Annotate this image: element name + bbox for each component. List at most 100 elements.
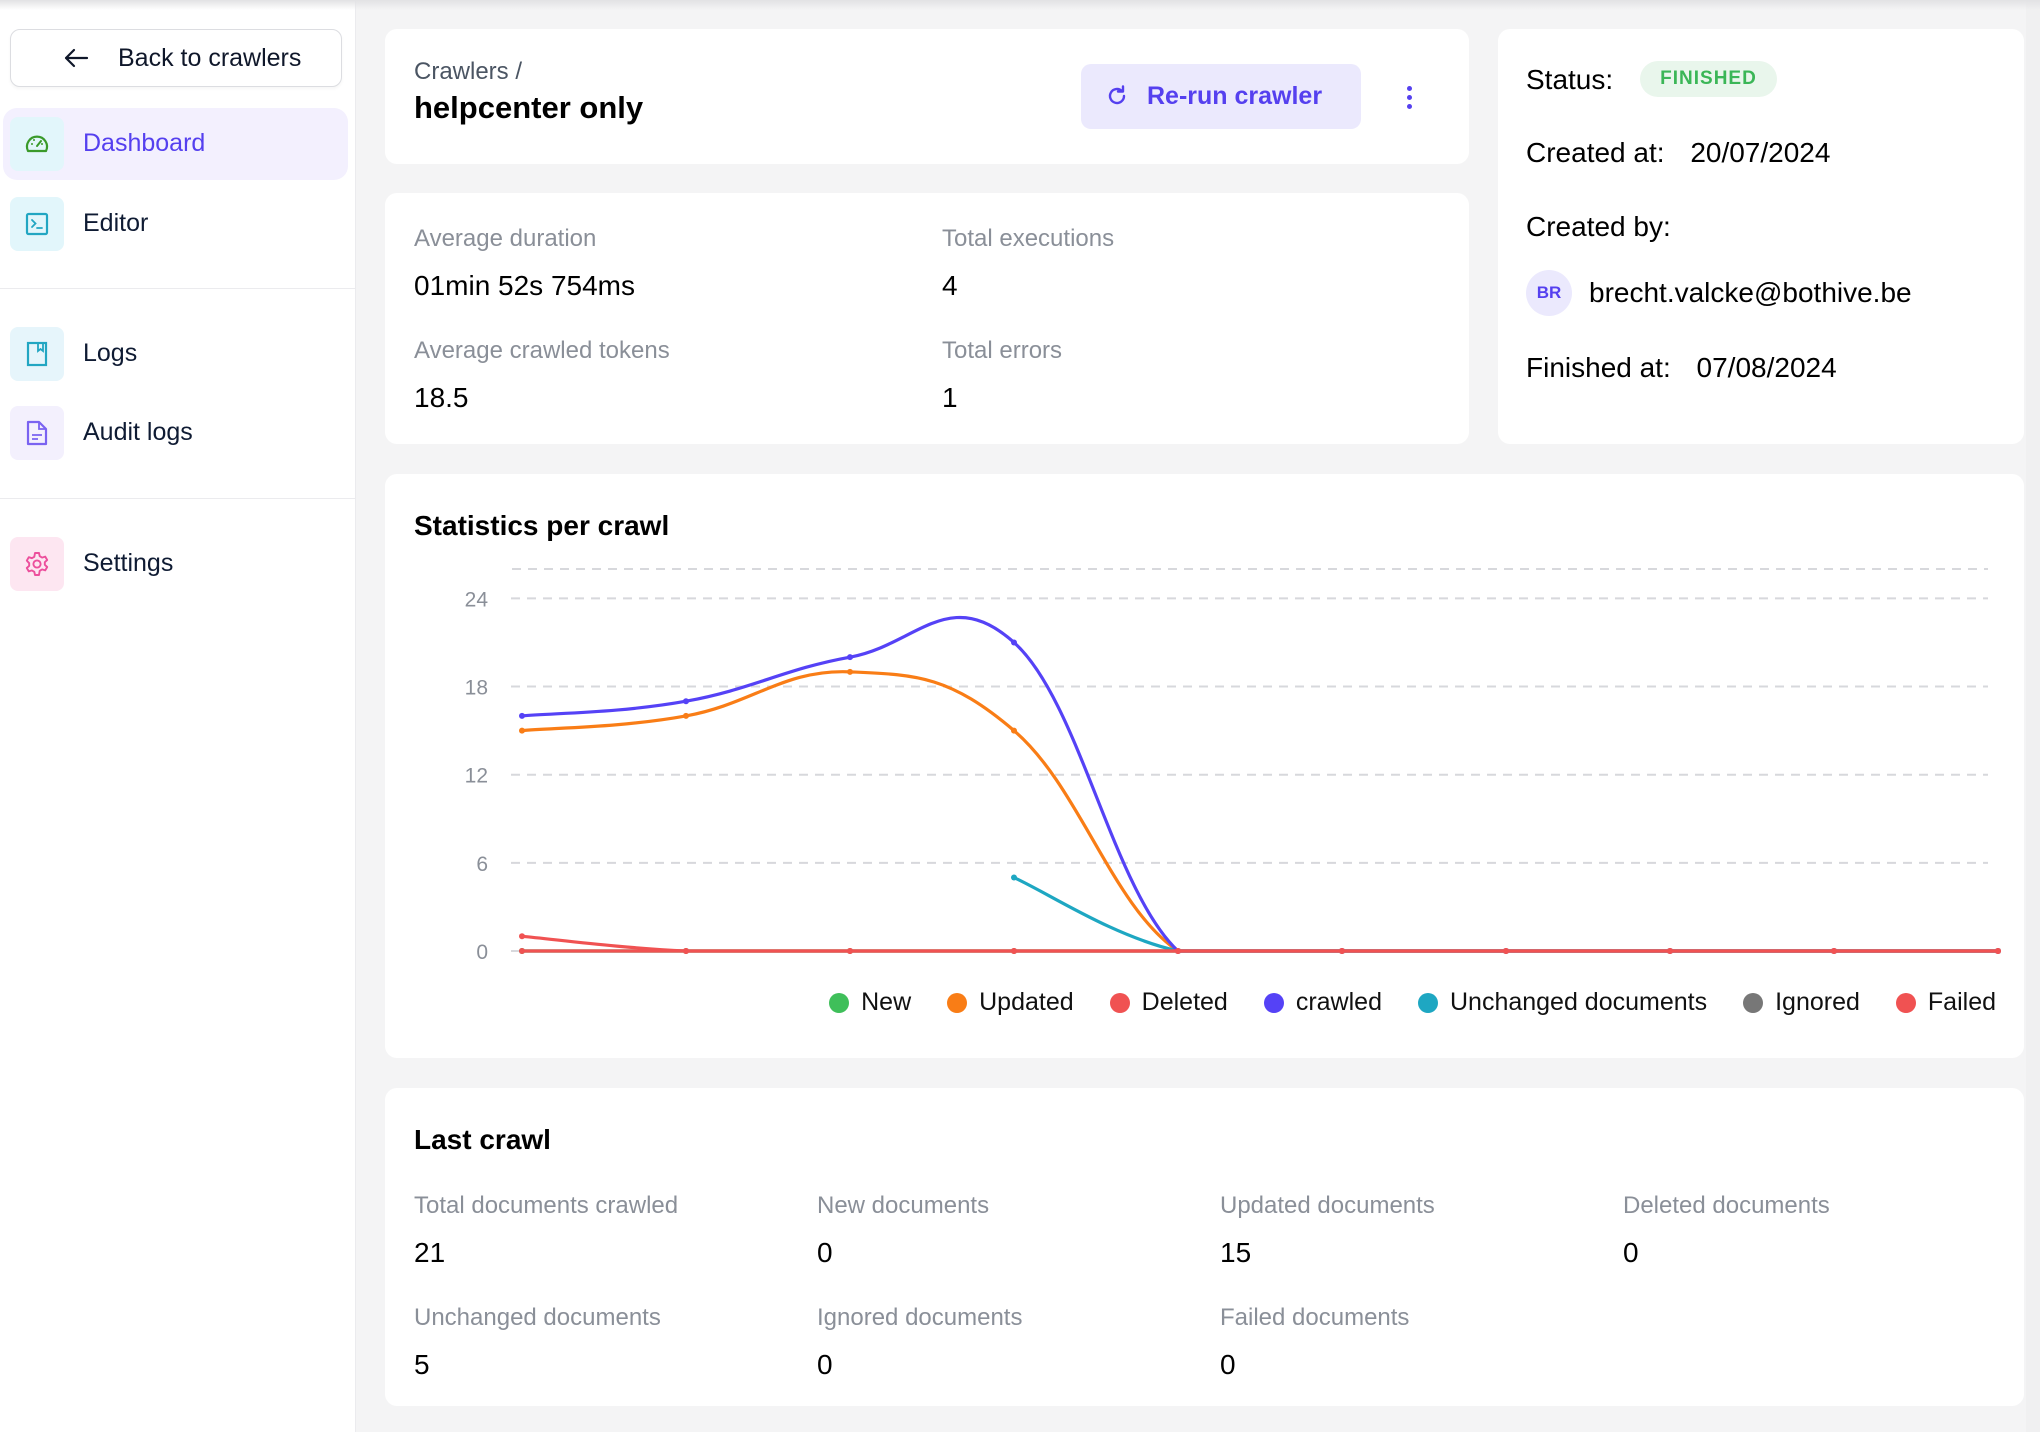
sidebar-item-settings[interactable]: Settings (3, 528, 348, 600)
book-icon (26, 341, 48, 367)
back-to-crawlers-button[interactable]: Back to crawlers (10, 29, 342, 87)
page-scrollbar[interactable] (2026, 0, 2040, 1432)
sidebar-item-editor[interactable]: Editor (3, 188, 348, 260)
legend-item[interactable]: New (829, 988, 911, 1017)
data-point (519, 933, 525, 940)
stat-value: 0 (1220, 1349, 1236, 1380)
finished-at-row: Finished at: 07/08/2024 (1526, 352, 1837, 384)
rerun-crawler-button[interactable]: Re-run crawler (1081, 64, 1361, 129)
legend-label: Updated (979, 988, 1074, 1016)
stat-label: Total executions (942, 225, 1115, 252)
data-point (519, 712, 525, 719)
data-point (519, 948, 525, 954)
stat-value: 0 (817, 1349, 833, 1380)
stat-value: 0 (817, 1237, 833, 1268)
legend-dot-icon (1417, 992, 1438, 1013)
status-badge: FINISHED (1640, 61, 1777, 97)
breadcrumb[interactable]: Crawlers / (414, 58, 522, 86)
chart-legend: New Updated Deleted crawled Unchanged docume… (829, 988, 1996, 1017)
data-point (1011, 948, 1017, 954)
data-point (1667, 948, 1673, 954)
series-line-failed (520, 934, 2000, 953)
kebab-menu-icon[interactable] (1395, 77, 1423, 117)
sidebar-item-audit-logs[interactable]: Audit logs (3, 397, 348, 469)
stat-average-duration: Average duration 01min 52s 754ms (414, 225, 635, 302)
stat-label: Updated documents (1220, 1192, 1435, 1219)
legend-item[interactable]: Ignored (1743, 988, 1860, 1017)
finished-at-label: Finished at: (1526, 352, 1671, 383)
sidebar-item-label: Logs (83, 339, 138, 367)
legend-label: Ignored (1775, 988, 1860, 1016)
sidebar-item-logs[interactable]: Logs (3, 318, 348, 390)
crawler-header-card: Crawlers / helpcenter only Re-run crawle… (385, 29, 1469, 164)
status-label: Status: (1526, 64, 1614, 95)
sidebar-divider (0, 288, 355, 289)
data-point (1011, 727, 1017, 734)
stat-total-errors: Total errors 1 (942, 337, 1062, 414)
stat-total-executions: Total executions 4 (942, 225, 1114, 302)
series-line-updated (520, 670, 2000, 953)
stat-value: 21 (414, 1237, 446, 1268)
rerun-crawler-label: Re-run crawler (1147, 82, 1323, 110)
legend-label: New (861, 988, 912, 1016)
legend-item[interactable]: crawled (1263, 988, 1382, 1017)
sidebar-item-label: Settings (83, 549, 174, 577)
stat-value: 0 (1623, 1237, 1639, 1268)
stat-value: 15 (1220, 1237, 1252, 1268)
audit-logs-icon-box (10, 406, 64, 460)
data-point (683, 698, 689, 705)
y-tick-label: 18 (465, 677, 488, 700)
last-crawl-stat: Ignored documents 0 (817, 1304, 1022, 1381)
legend-dot-icon (947, 992, 968, 1013)
sidebar-item-label: Dashboard (83, 129, 206, 157)
stat-label: Failed documents (1220, 1304, 1410, 1331)
last-crawl-stat: Failed documents 0 (1220, 1304, 1409, 1381)
created-by-value: brecht.valcke@bothive.be (1589, 277, 1912, 308)
stat-value: 18.5 (414, 382, 469, 413)
data-point (1011, 639, 1017, 646)
arrow-left-icon (64, 48, 89, 68)
data-point (1011, 874, 1017, 881)
created-by-label: Created by: (1526, 211, 1671, 242)
legend-dot-icon (1895, 992, 1916, 1013)
stat-average-crawled-tokens: Average crawled tokens 18.5 (414, 337, 670, 414)
last-crawl-card: Last crawl Total documents crawled 21 Ne… (385, 1088, 2024, 1406)
crawler-stats-card: Average duration 01min 52s 754ms Total e… (385, 193, 1469, 444)
legend-dot-icon (1109, 992, 1130, 1013)
legend-dot-icon (829, 992, 850, 1013)
legend-item[interactable]: Failed (1895, 988, 1996, 1017)
y-tick-label: 6 (476, 853, 488, 876)
refresh-icon (1108, 85, 1126, 105)
legend-label: Deleted (1141, 988, 1228, 1016)
legend-label: Unchanged documents (1449, 988, 1708, 1016)
stat-label: Total errors (942, 337, 1063, 364)
sidebar-item-dashboard[interactable]: Dashboard (3, 108, 348, 180)
finished-at-value: 07/08/2024 (1696, 352, 1837, 383)
stat-label: Unchanged documents (414, 1304, 661, 1331)
statistics-line-chart: 0 6 12 18 24 (465, 568, 2001, 964)
created-at-row: Created at: 20/07/2024 (1526, 137, 1830, 169)
last-crawl-stat: Deleted documents 0 (1623, 1192, 1830, 1269)
page-title: helpcenter only (414, 90, 644, 125)
last-crawl-stat: Total documents crawled 21 (414, 1192, 678, 1269)
legend-item[interactable]: Deleted (1109, 988, 1228, 1017)
stat-label: Average crawled tokens (414, 337, 670, 364)
statistics-chart-card: Statistics per crawl 0 6 12 18 24 New Updated… (385, 474, 2024, 1058)
gear-icon (25, 552, 49, 576)
data-point (1831, 948, 1837, 954)
data-point (847, 654, 853, 661)
last-crawl-stat: Unchanged documents 5 (414, 1304, 661, 1381)
data-point (1175, 948, 1181, 954)
data-point (683, 948, 689, 954)
stat-label: Total documents crawled (414, 1192, 679, 1219)
series-line-crawled (520, 615, 2000, 953)
data-point (519, 727, 525, 734)
stat-value: 01min 52s 754ms (414, 270, 636, 301)
stat-value: 5 (414, 1349, 430, 1380)
y-tick-label: 12 (465, 765, 488, 788)
legend-item[interactable]: Updated (947, 988, 1074, 1017)
y-tick-label: 0 (476, 941, 488, 964)
data-point (683, 712, 689, 719)
sidebar-item-label: Audit logs (83, 418, 193, 446)
legend-item[interactable]: Unchanged documents (1417, 988, 1708, 1017)
